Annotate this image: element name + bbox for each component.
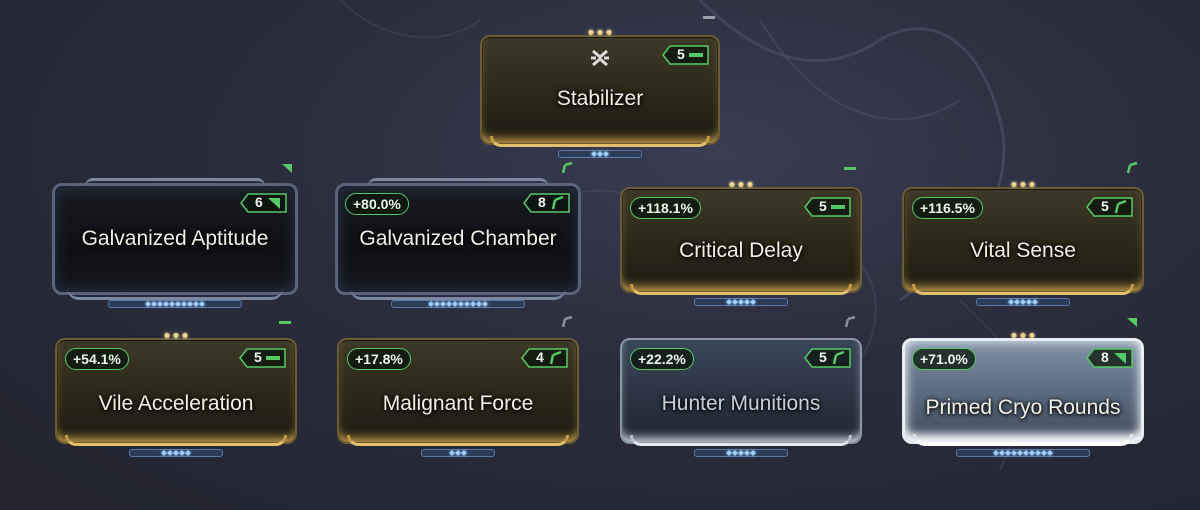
mod-drain-value: 5 — [254, 349, 262, 365]
polarity-slot-icon — [844, 316, 856, 328]
mod-rank-bar — [129, 449, 223, 457]
mod-stat-badge: +71.0% — [912, 348, 976, 370]
mod-drain-value: 5 — [1101, 198, 1109, 214]
vazarin-polarity-icon — [832, 351, 845, 365]
mod-name: Stabilizer — [556, 87, 644, 110]
mod-name: Hunter Munitions — [661, 392, 821, 415]
mod-drain-badge: 8 — [523, 193, 571, 213]
mod-rank-dots — [729, 182, 753, 187]
mod-name: Vile Acceleration — [98, 392, 254, 415]
mod-rank-bar — [694, 298, 788, 306]
polarity-slot-icon — [282, 164, 292, 173]
mod-drain-badge: 5 — [662, 45, 710, 65]
mod-drain-value: 8 — [538, 194, 546, 210]
mod-rank-bar — [976, 298, 1070, 306]
mod-drain-value: 4 — [536, 349, 544, 365]
madurai-polarity-icon — [1114, 353, 1126, 364]
mod-name: Primed Cryo Rounds — [925, 396, 1121, 419]
polarity-slot-icon — [279, 321, 291, 324]
mod-drain-value: 5 — [677, 46, 685, 62]
mod-card[interactable]: +22.2% 5 Hunter Munitions — [620, 338, 862, 457]
mod-drain-value: 6 — [255, 194, 263, 210]
mod-stat-badge: +17.8% — [347, 348, 411, 370]
mod-rank-dots — [1011, 333, 1035, 338]
mod-drain-badge: 6 — [240, 193, 288, 213]
mod-card[interactable]: +80.0% 8 Galvanized Chamber — [335, 178, 581, 308]
mod-card[interactable]: 6 Galvanized Aptitude — [52, 178, 298, 308]
mod-rank-dots — [588, 30, 612, 35]
mod-card[interactable]: +17.8% 4 Malignant Force — [337, 338, 579, 457]
mod-stat-badge: +22.2% — [630, 348, 694, 370]
mod-stat-badge: +80.0% — [345, 193, 409, 215]
mod-card[interactable]: +71.0% 8 Primed Cryo Rounds — [902, 333, 1144, 457]
mod-rank-bar — [421, 449, 495, 457]
mod-drain-badge: 5 — [1086, 197, 1134, 217]
mod-name: Malignant Force — [382, 392, 534, 415]
polarity-slot-icon — [1127, 318, 1137, 327]
mod-card[interactable]: +54.1% 5 Vile Acceleration — [55, 333, 297, 457]
mod-drain-value: 5 — [819, 349, 827, 365]
mod-drain-badge: 5 — [239, 348, 287, 368]
polarity-slot-icon — [561, 162, 573, 174]
mod-drain-badge: 4 — [521, 348, 569, 368]
mod-name: Critical Delay — [679, 239, 803, 262]
mod-stat-badge: +116.5% — [912, 197, 983, 219]
polarity-slot-icon — [1126, 162, 1138, 174]
mod-stat-badge: +54.1% — [65, 348, 129, 370]
mod-drain-value: 8 — [1101, 349, 1109, 365]
mod-drain-value: 5 — [819, 198, 827, 214]
mod-rank-dots — [164, 333, 188, 338]
mod-rank-bar — [694, 449, 788, 457]
mod-card[interactable]: +116.5% 5 Vital Sense — [902, 182, 1144, 306]
mod-rank-bar — [108, 300, 242, 308]
mod-card[interactable]: +118.1% 5 Critical Delay — [620, 182, 862, 306]
mod-rank-bar — [558, 150, 642, 158]
mod-rank-bar — [391, 300, 525, 308]
naramon-polarity-icon — [689, 53, 703, 57]
vazarin-polarity-icon — [549, 351, 562, 365]
madurai-polarity-icon — [268, 198, 280, 209]
mod-drain-badge: 5 — [804, 197, 852, 217]
naramon-polarity-icon — [831, 205, 845, 209]
mod-drain-badge: 5 — [804, 348, 852, 368]
mod-drain-badge: 8 — [1086, 348, 1134, 368]
mod-rank-dots — [1011, 182, 1035, 187]
slot-marker-icon — [703, 16, 715, 19]
polarity-slot-icon — [844, 167, 856, 170]
mod-name: Galvanized Aptitude — [81, 227, 269, 250]
aura-polarity-icon — [591, 49, 609, 67]
mod-rank-bar — [956, 449, 1090, 457]
polarity-slot-icon — [561, 316, 573, 328]
mod-stat-badge: +118.1% — [630, 197, 701, 219]
vazarin-polarity-icon — [1114, 200, 1127, 214]
vazarin-polarity-icon — [551, 196, 564, 210]
mod-name: Galvanized Chamber — [359, 227, 557, 250]
naramon-polarity-icon — [266, 356, 280, 360]
mod-name: Vital Sense — [970, 239, 1076, 262]
aura-mod-card[interactable]: 5 Stabilizer — [480, 30, 720, 158]
